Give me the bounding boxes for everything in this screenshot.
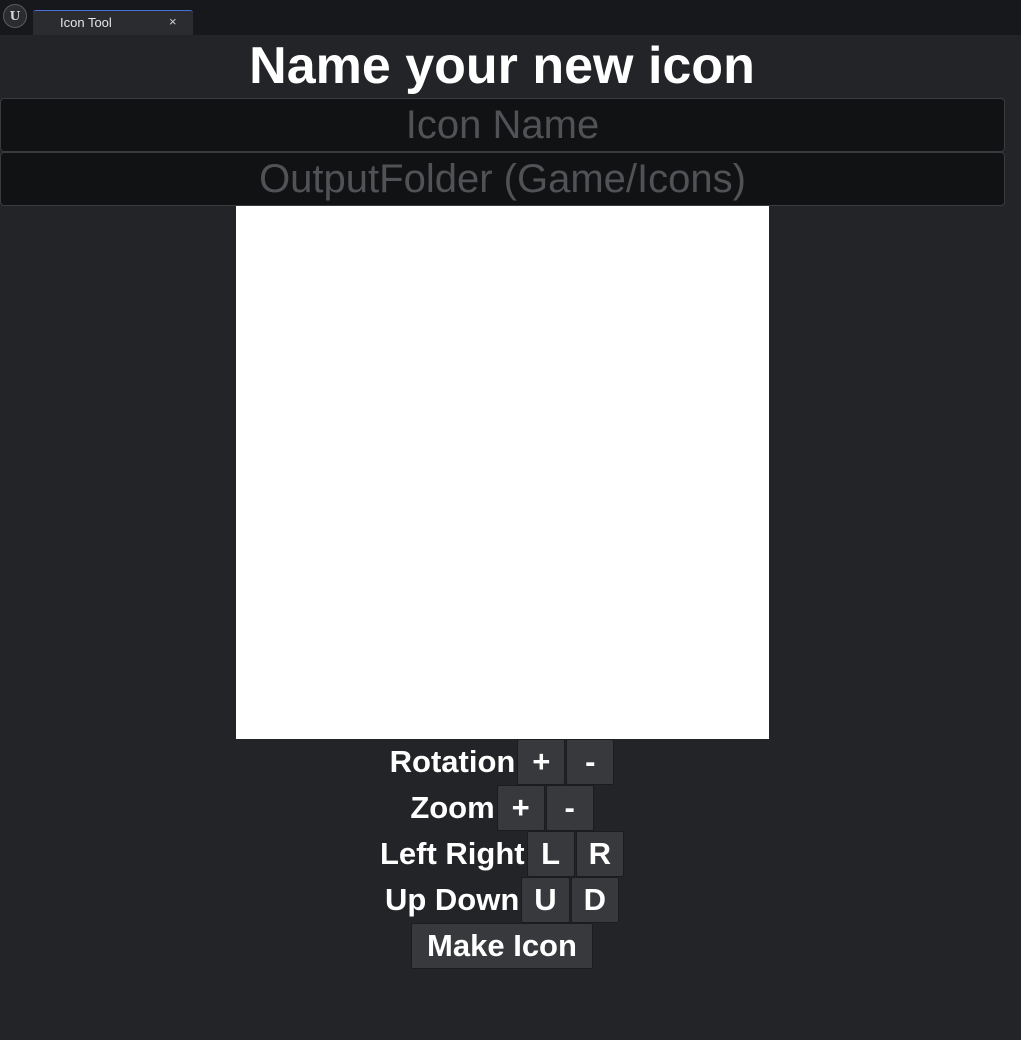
- left-right-controls: Left Right L R: [0, 831, 1004, 877]
- close-icon[interactable]: ×: [169, 14, 177, 29]
- zoom-minus-button[interactable]: -: [545, 785, 594, 831]
- rotation-minus-button[interactable]: -: [566, 739, 615, 785]
- output-folder-field[interactable]: [0, 152, 1005, 206]
- zoom-plus-button[interactable]: +: [496, 785, 545, 831]
- rotation-label: Rotation: [389, 744, 516, 779]
- up-down-label: Up Down: [384, 882, 520, 917]
- move-up-button[interactable]: U: [521, 877, 570, 923]
- unreal-logo-icon[interactable]: U: [3, 4, 27, 28]
- tab-icon-tool[interactable]: Icon Tool ×: [33, 10, 193, 35]
- page-title: Name your new icon: [249, 37, 755, 95]
- title-bar: U Icon Tool ×: [0, 0, 1021, 35]
- rotation-plus-button[interactable]: +: [517, 739, 566, 785]
- up-down-controls: Up Down U D: [0, 877, 1004, 923]
- icon-name-field[interactable]: [0, 98, 1005, 152]
- make-icon-button[interactable]: Make Icon: [411, 923, 593, 969]
- move-right-button[interactable]: R: [575, 831, 625, 877]
- icon-preview: [236, 206, 769, 739]
- move-left-button[interactable]: L: [526, 831, 575, 877]
- zoom-controls: Zoom + -: [0, 785, 1004, 831]
- zoom-label: Zoom: [410, 790, 495, 825]
- move-down-button[interactable]: D: [570, 877, 620, 923]
- rotation-controls: Rotation + -: [0, 739, 1004, 785]
- left-right-label: Left Right: [379, 836, 525, 871]
- tab-label: Icon Tool: [60, 15, 112, 30]
- make-icon-row: Make Icon: [0, 923, 1004, 969]
